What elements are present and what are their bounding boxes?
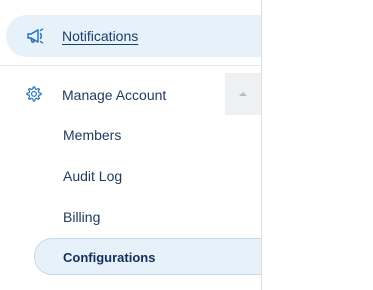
sidebar-item-label: Configurations	[63, 250, 156, 265]
sidebar-item-label: Manage Account	[62, 87, 167, 103]
caret-up-icon	[239, 92, 247, 96]
megaphone-icon	[27, 28, 44, 44]
collapse-toggle-button[interactable]	[225, 73, 261, 115]
sidebar-subitem-members[interactable]: Members	[63, 127, 121, 143]
sidebar-item-notifications[interactable]: Notifications	[6, 15, 261, 57]
divider	[0, 65, 261, 66]
sidebar-subitem-billing[interactable]: Billing	[63, 209, 100, 225]
sidebar-subitem-configurations[interactable]: Configurations	[34, 238, 261, 275]
page: Notifications Manage Account Members Aud…	[0, 0, 373, 290]
sidebar-subitem-audit-log[interactable]: Audit Log	[63, 168, 122, 184]
gear-icon	[26, 86, 42, 102]
sidebar-item-label: Notifications	[62, 28, 139, 44]
sidebar-item-manage-account[interactable]: Manage Account	[0, 73, 261, 115]
sidebar: Notifications Manage Account Members Aud…	[0, 0, 262, 290]
